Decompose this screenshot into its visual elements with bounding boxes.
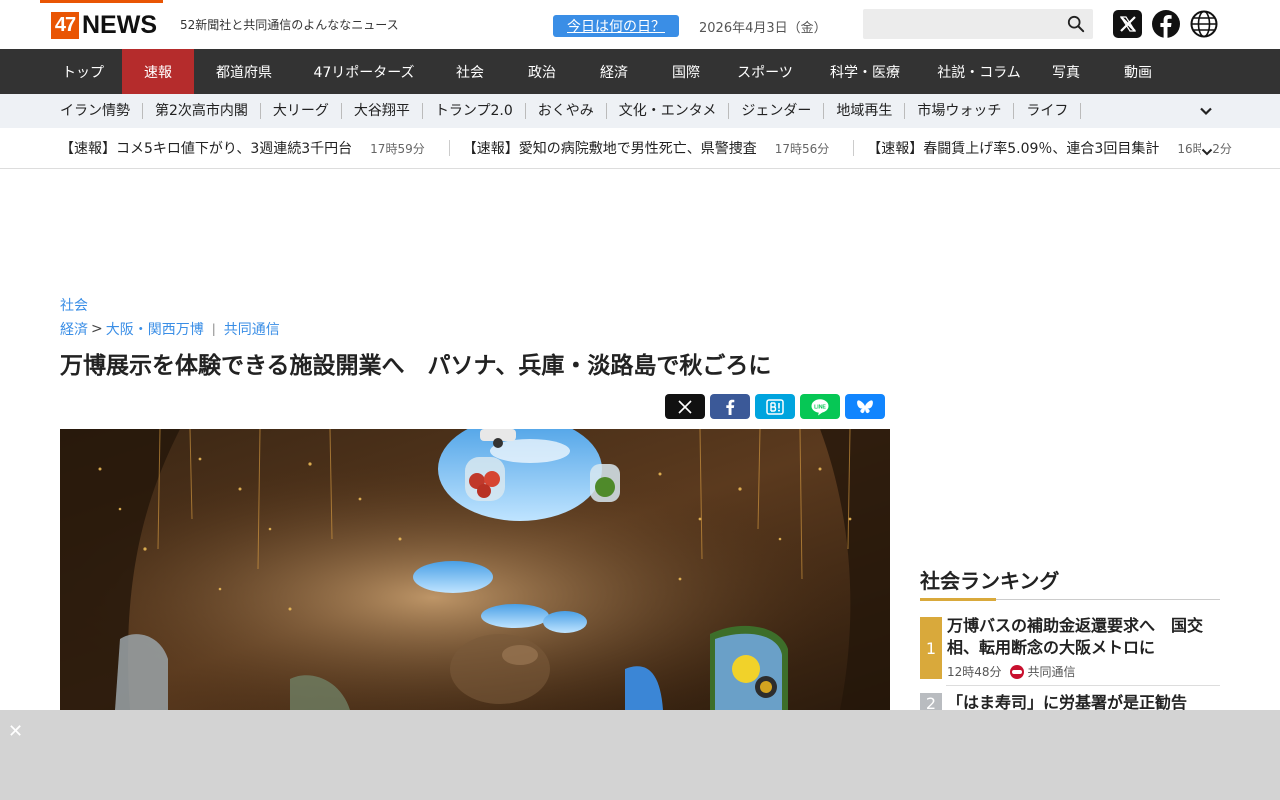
line-icon: LINE: [811, 398, 829, 415]
ranking-item-meta: 12時48分 共同通信: [947, 663, 1076, 680]
article-category[interactable]: 社会: [60, 295, 88, 315]
topic-item[interactable]: ライフ: [1014, 103, 1082, 119]
logo-accent-bar: [40, 0, 163, 3]
ticker-time: 17時59分: [370, 141, 425, 156]
topic-item[interactable]: トランプ2.0: [423, 103, 526, 119]
ranking-title: 社会ランキング: [920, 569, 1060, 593]
kyodo-logo-icon: [1009, 664, 1024, 679]
ticker-item[interactable]: 【速報】コメ5キロ値下がり、3週連続3千円台 17時59分: [60, 138, 425, 158]
topic-item[interactable]: ジェンダー: [729, 103, 825, 119]
topic-item[interactable]: イラン情勢: [48, 103, 143, 119]
breadcrumb: 経済 > 大阪・関西万博 | 共同通信: [60, 319, 280, 339]
nav-item-47reporters[interactable]: 47リポーターズ: [294, 49, 434, 94]
chevron-down-icon[interactable]: [1201, 146, 1213, 158]
ranking-item-source: 共同通信: [1027, 665, 1076, 679]
ticker-headline[interactable]: 【速報】コメ5キロ値下がり、3週連続3千円台: [60, 138, 352, 158]
ticker-divider: [448, 140, 450, 156]
nav-item-sports[interactable]: スポーツ: [722, 49, 808, 94]
nav-item-breaking[interactable]: 速報: [122, 49, 194, 94]
ticker-divider: [853, 140, 855, 156]
ranking-divider-accent: [920, 598, 996, 601]
facebook-icon[interactable]: [1152, 10, 1180, 38]
nav-item-politics[interactable]: 政治: [506, 49, 578, 94]
share-line-button[interactable]: LINE: [800, 394, 840, 419]
search-input[interactable]: [863, 9, 1093, 39]
share-x-button[interactable]: [665, 394, 705, 419]
nav-item-photos[interactable]: 写真: [1036, 49, 1096, 94]
nav-item-editorial-column[interactable]: 社説・コラム: [922, 49, 1036, 94]
x-twitter-icon: [678, 399, 692, 414]
ranking-item-divider: [946, 685, 1220, 686]
ranking-item-headline[interactable]: 万博バスの補助金返還要求へ 国交相、転用断念の大阪メトロに: [947, 615, 1219, 659]
search-icon[interactable]: [1067, 15, 1085, 33]
hatena-bookmark-icon: [766, 398, 784, 415]
current-date: 2026年4月3日（金）: [699, 21, 827, 36]
article-title: 万博展示を体験できる施設開業へ パソナ、兵庫・淡路島で秋ごろに: [60, 353, 772, 379]
nav-item-videos[interactable]: 動画: [1096, 49, 1180, 94]
site-header: 47 NEWS 52新聞社と共同通信のよんななニュース 今日は何の日？ 2026…: [0, 0, 1280, 49]
chevron-down-icon[interactable]: [1199, 104, 1213, 118]
article-hero-image: [60, 429, 890, 710]
breadcrumb-parent[interactable]: 経済: [60, 319, 88, 339]
bluesky-butterfly-icon: [857, 399, 873, 413]
nav-item-top[interactable]: トップ: [44, 49, 122, 94]
nav-item-prefectures[interactable]: 都道府県: [194, 49, 294, 94]
x-twitter-icon[interactable]: [1113, 10, 1142, 38]
ticker-item[interactable]: 【速報】春闘賃上げ率5.09％、連合3回目集計 16時32分: [867, 138, 1232, 158]
topic-item[interactable]: 地域再生: [824, 103, 906, 119]
logo-number: 47: [51, 12, 79, 39]
logo-text: NEWS: [82, 11, 157, 39]
ticker-item[interactable]: 【速報】愛知の病院敷地で男性死亡、県警捜査 17時56分: [463, 138, 830, 158]
topic-item[interactable]: おくやみ: [526, 103, 607, 119]
ranking-item-time: 12時48分: [947, 665, 1002, 679]
facebook-icon: [726, 399, 735, 415]
nav-item-economy[interactable]: 経済: [578, 49, 650, 94]
topic-item[interactable]: 文化・エンタメ: [607, 103, 730, 119]
breadcrumb-child[interactable]: 大阪・関西万博: [106, 319, 204, 339]
ticker-time: 17時56分: [774, 141, 830, 156]
nav-item-science-medical[interactable]: 科学・医療: [808, 49, 922, 94]
topic-item[interactable]: 大谷翔平: [342, 103, 423, 119]
nav-item-international[interactable]: 国際: [650, 49, 722, 94]
ranking-number-badge: 1: [920, 617, 942, 679]
nav-item-society[interactable]: 社会: [434, 49, 506, 94]
site-logo[interactable]: 47 NEWS: [51, 11, 157, 39]
article-source[interactable]: 共同通信: [224, 319, 280, 339]
topic-navigation: イラン情勢 第2次高市内閣 大リーグ 大谷翔平 トランプ2.0 おくやみ 文化・…: [0, 94, 1280, 128]
main-navigation: トップ 速報 都道府県 47リポーターズ 社会 政治 経済 国際 スポーツ 科学…: [0, 49, 1280, 94]
topic-item[interactable]: 大リーグ: [261, 103, 342, 119]
today-in-history-button[interactable]: 今日は何の日？: [553, 15, 679, 37]
share-hatena-button[interactable]: [755, 394, 795, 419]
language-globe-icon[interactable]: [1190, 10, 1218, 38]
share-facebook-button[interactable]: [710, 394, 750, 419]
ticker-headline[interactable]: 【速報】愛知の病院敷地で男性死亡、県警捜査: [463, 138, 757, 158]
breadcrumb-divider: |: [211, 322, 216, 336]
svg-text:LINE: LINE: [814, 404, 826, 410]
bottom-ad-overlay: ✕: [0, 710, 1280, 800]
site-tagline: 52新聞社と共同通信のよんななニュース: [180, 18, 399, 32]
ticker-headline[interactable]: 【速報】春闘賃上げ率5.09％、連合3回目集計: [867, 138, 1159, 158]
close-icon[interactable]: ✕: [8, 721, 23, 742]
breaking-news-ticker: 【速報】コメ5キロ値下がり、3週連続3千円台 17時59分 【速報】愛知の病院敷…: [0, 128, 1280, 169]
topic-item[interactable]: 第2次高市内閣: [143, 103, 261, 119]
ticker-expand[interactable]: [1201, 143, 1213, 158]
topic-item[interactable]: 市場ウォッチ: [905, 103, 1015, 119]
breadcrumb-separator: >: [91, 321, 103, 337]
exhibit-cave-illustration: [60, 429, 890, 710]
share-bluesky-button[interactable]: [845, 394, 885, 419]
